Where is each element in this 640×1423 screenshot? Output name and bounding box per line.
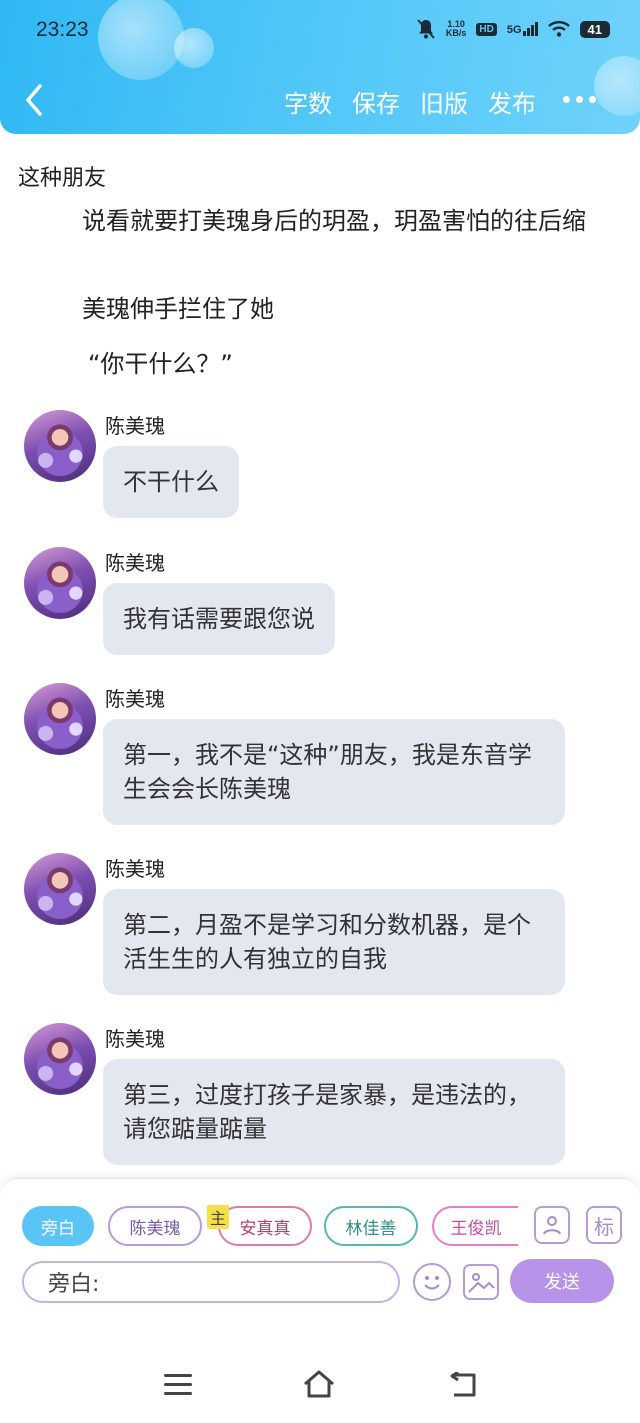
chapter-title: 这种朋友 xyxy=(18,166,107,191)
sender-name: 陈美瑰 xyxy=(105,687,165,711)
status-icons: 1.10 KB/s HD 5G 41 xyxy=(416,18,610,40)
tag-button[interactable]: 标 xyxy=(586,1206,622,1244)
decor-bubble xyxy=(98,0,184,80)
message-input[interactable]: 旁白: xyxy=(22,1261,400,1303)
message-bubble[interactable]: 第三，过度打孩子是家暴，是违法的，请您踮量踮量 xyxy=(103,1059,565,1165)
old-version-button[interactable]: 旧版 xyxy=(420,84,468,119)
message-bubble[interactable]: 第二，月盈不是学习和分数机器，是个活生生的人有独立的自我 xyxy=(103,889,565,995)
return-icon[interactable] xyxy=(448,1372,478,1398)
header-actions: 字数 保存 旧版 发布 xyxy=(284,84,536,119)
main-role-badge: 主 xyxy=(207,1205,229,1229)
avatar[interactable] xyxy=(24,853,96,925)
avatar[interactable] xyxy=(24,683,96,755)
sender-name: 陈美瑰 xyxy=(105,551,165,575)
decor-bubble xyxy=(174,28,214,68)
back-icon[interactable] xyxy=(20,80,50,120)
narration-text: “你干什么？” xyxy=(88,350,233,378)
emoji-icon[interactable] xyxy=(413,1263,451,1301)
message-bubble[interactable]: 不干什么 xyxy=(103,446,239,518)
hd-badge: HD xyxy=(476,22,497,36)
narration-text: 美瑰伸手拦住了她 xyxy=(82,295,274,323)
narration-text: 说看就要打美瑰身后的玥盈，玥盈害怕的往后缩 xyxy=(82,207,586,235)
network-speed: 1.10 KB/s xyxy=(445,19,467,38)
sender-name: 陈美瑰 xyxy=(105,1027,165,1051)
system-nav-bar xyxy=(0,1348,640,1423)
role-chip[interactable]: 林佳善 xyxy=(324,1206,418,1246)
role-chip[interactable]: 陈美瑰 xyxy=(108,1206,202,1246)
word-count-button[interactable]: 字数 xyxy=(284,84,332,119)
person-icon xyxy=(543,1216,561,1235)
avatar[interactable] xyxy=(24,1023,96,1095)
avatar[interactable] xyxy=(24,410,96,482)
role-narrator[interactable]: 旁白 xyxy=(22,1206,94,1246)
more-icon[interactable] xyxy=(563,96,596,103)
save-button[interactable]: 保存 xyxy=(352,84,400,119)
role-chip-main[interactable]: 安真真 xyxy=(218,1206,312,1246)
publish-button[interactable]: 发布 xyxy=(488,84,536,119)
status-time: 23:23 xyxy=(36,18,89,41)
role-manage-icon[interactable] xyxy=(534,1206,570,1244)
message-bubble[interactable]: 第一，我不是“这种”朋友，我是东音学生会会长陈美瑰 xyxy=(103,719,565,825)
send-button[interactable]: 发送 xyxy=(510,1259,614,1303)
app-header: 23:23 1.10 KB/s HD 5G 41 字数 保存 旧版 发布 xyxy=(0,0,640,134)
decor-bubble xyxy=(594,56,640,116)
menu-icon[interactable] xyxy=(164,1374,192,1396)
sender-name: 陈美瑰 xyxy=(105,414,165,438)
image-icon[interactable] xyxy=(463,1264,499,1300)
wifi-icon xyxy=(547,21,570,37)
message-bubble[interactable]: 我有话需要跟您说 xyxy=(103,583,335,655)
role-chip[interactable]: 王俊凯 xyxy=(432,1206,518,1246)
signal-indicator: 5G xyxy=(507,22,538,36)
battery-indicator: 41 xyxy=(579,20,610,38)
avatar[interactable] xyxy=(24,547,96,619)
home-icon[interactable] xyxy=(302,1368,336,1400)
sender-name: 陈美瑰 xyxy=(105,857,165,881)
bell-off-icon xyxy=(417,19,435,39)
